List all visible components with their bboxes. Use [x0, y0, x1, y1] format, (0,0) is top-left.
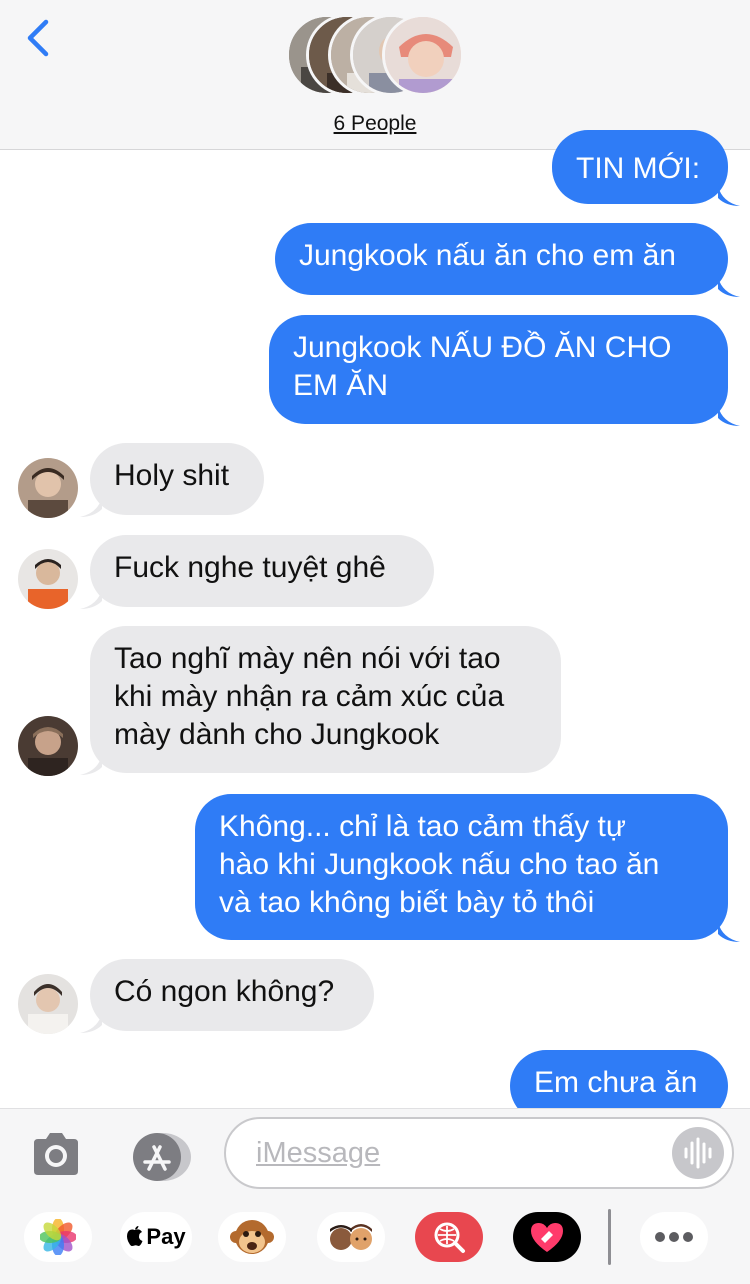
animoji-button[interactable]	[218, 1212, 286, 1262]
bubble-tail	[718, 922, 740, 942]
bubble-tail	[80, 589, 102, 609]
message-text: Holy shit	[114, 459, 230, 492]
message-text: Jungkook nấu ăn cho em ăn	[299, 239, 676, 272]
message-text: và tao không biết bày tỏ thôi	[219, 886, 595, 919]
more-apps-icon	[655, 1232, 693, 1242]
back-chevron-icon	[27, 19, 49, 57]
conversation-header: 6 People	[0, 0, 750, 150]
message-text: khi mày nhận ra cảm xúc của	[114, 680, 505, 713]
bubble-tail	[718, 186, 740, 206]
more-apps-button[interactable]	[640, 1212, 708, 1262]
outgoing-message[interactable]: Không... chỉ là tao cảm thấy tự hào khi …	[195, 794, 728, 940]
incoming-message[interactable]: Tao nghĩ mày nên nói với tao khi mày nhậ…	[90, 626, 561, 773]
apple-pay-icon	[127, 1226, 143, 1246]
apple-pay-label: Pay	[146, 1224, 186, 1249]
imessage-input[interactable]: iMessage	[224, 1117, 734, 1189]
outgoing-message[interactable]: TIN MỚI:	[552, 130, 728, 204]
message-text: TIN MỚI:	[576, 152, 701, 185]
message-text: Có ngon không?	[114, 975, 335, 1008]
image-search-icon	[434, 1222, 465, 1253]
app-store-icon	[133, 1133, 191, 1181]
message-text: hào khi Jungkook nấu cho tao ăn	[219, 848, 660, 881]
incoming-message[interactable]: Holy shit	[90, 443, 264, 515]
sender-avatar[interactable]	[18, 716, 78, 776]
camera-button[interactable]	[30, 1131, 82, 1177]
image-search-button[interactable]	[415, 1212, 483, 1262]
bubble-tail	[718, 277, 740, 297]
digital-touch-button[interactable]	[513, 1212, 581, 1262]
message-composer-bar: iMessage Pay	[0, 1108, 750, 1284]
voice-waveform-icon	[684, 1137, 712, 1169]
message-text: Jungkook NẤU ĐỒ ĂN CHO	[293, 331, 672, 364]
outgoing-message[interactable]: Jungkook NẤU ĐỒ ĂN CHO EM ĂN	[269, 315, 728, 424]
message-text: Em chưa ăn	[534, 1066, 698, 1099]
bubble-tail	[80, 1013, 102, 1033]
message-text: Tao nghĩ mày nên nói với tao	[114, 642, 501, 675]
bubble-tail	[718, 406, 740, 426]
message-text: Không... chỉ là tao cảm thấy tự	[219, 810, 626, 843]
photos-app-icon	[40, 1219, 76, 1255]
message-text: EM ĂN	[293, 369, 389, 402]
camera-icon	[34, 1133, 78, 1175]
apple-pay-button[interactable]: Pay	[120, 1212, 192, 1262]
outgoing-message[interactable]: Jungkook nấu ăn cho em ăn	[275, 223, 728, 295]
app-strip-divider	[608, 1209, 611, 1265]
imessage-placeholder: iMessage	[256, 1137, 381, 1169]
bubble-tail	[80, 755, 102, 775]
message-text: mày dành cho Jungkook	[114, 718, 440, 751]
photos-app-button[interactable]	[24, 1212, 92, 1262]
sender-avatar[interactable]	[18, 458, 78, 518]
sender-avatar[interactable]	[18, 549, 78, 609]
sender-avatar[interactable]	[18, 974, 78, 1034]
bubble-tail	[80, 497, 102, 517]
voice-message-button[interactable]	[672, 1127, 724, 1179]
group-avatars[interactable]	[286, 14, 466, 98]
memoji-button[interactable]	[317, 1212, 385, 1262]
animoji-monkey-icon	[230, 1220, 274, 1254]
digital-touch-icon	[531, 1223, 563, 1252]
group-avatar	[382, 14, 464, 96]
incoming-message[interactable]: Fuck nghe tuyệt ghê	[90, 535, 434, 607]
message-text: Fuck nghe tuyệt ghê	[114, 551, 386, 584]
back-button[interactable]	[22, 16, 62, 60]
memoji-icon	[330, 1224, 372, 1250]
app-store-button[interactable]	[127, 1131, 191, 1183]
incoming-message[interactable]: Có ngon không?	[90, 959, 374, 1031]
